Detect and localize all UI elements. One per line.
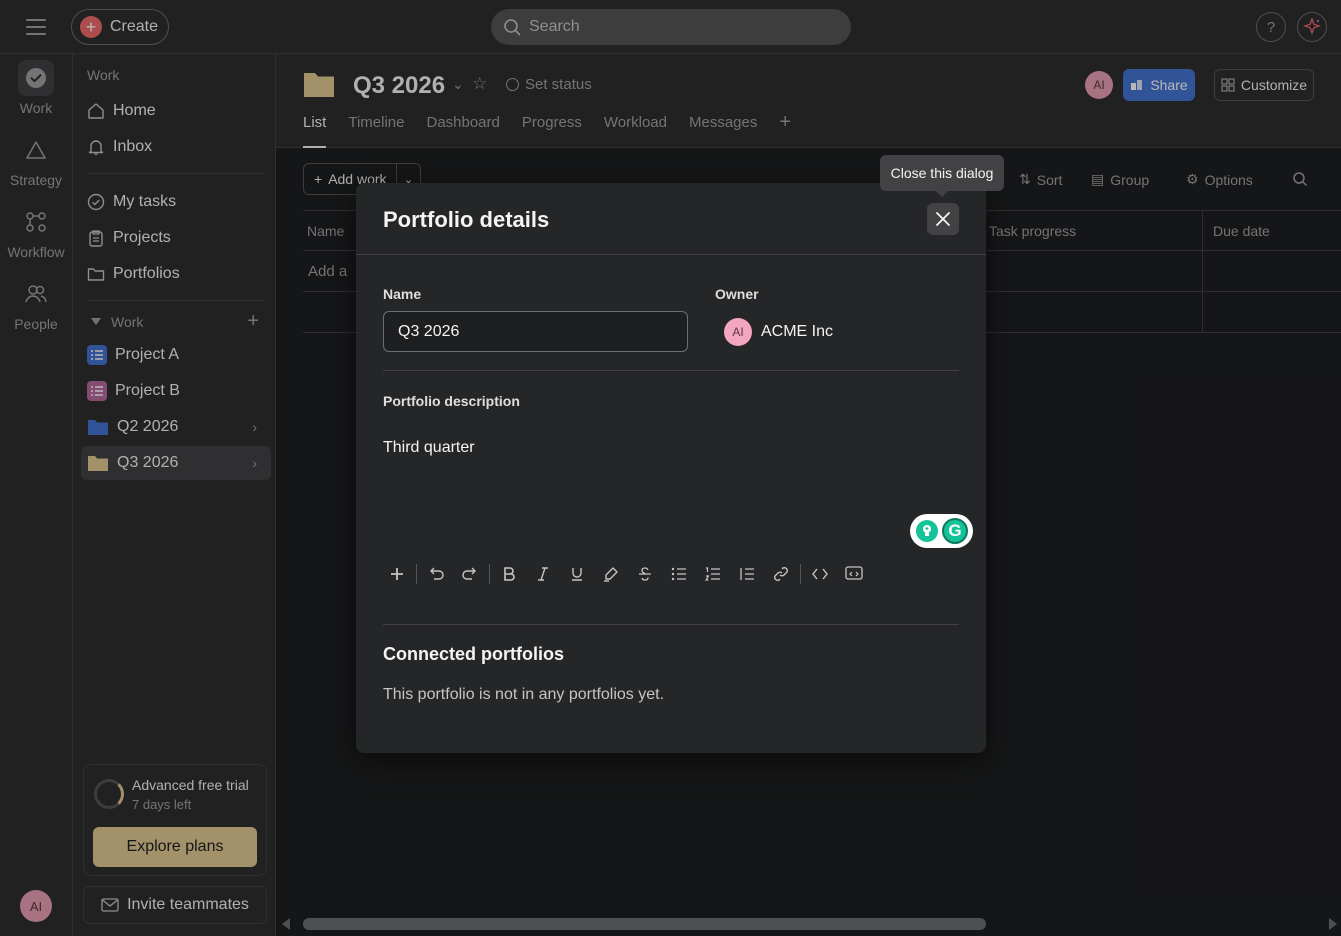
owner-field[interactable]: AI ACME Inc [724, 318, 833, 346]
dialog-divider [356, 254, 986, 255]
dialog-divider [383, 370, 959, 371]
toolbar-divider [800, 564, 801, 584]
bold-icon[interactable] [492, 561, 526, 587]
description-editor[interactable]: Third quarter [383, 439, 475, 457]
redo-icon[interactable] [453, 561, 487, 587]
code-icon[interactable] [803, 561, 837, 587]
close-dialog-button[interactable] [927, 203, 959, 235]
portfolio-name-input[interactable] [383, 311, 688, 352]
code-block-icon[interactable] [837, 561, 871, 587]
owner-avatar: AI [724, 318, 752, 346]
connected-portfolios-empty-text: This portfolio is not in any portfolios … [383, 686, 665, 703]
numbered-list-icon[interactable] [696, 561, 730, 587]
strikethrough-icon[interactable] [628, 561, 662, 587]
dialog-divider [383, 624, 959, 625]
italic-icon[interactable] [526, 561, 560, 587]
undo-icon[interactable] [419, 561, 453, 587]
highlight-icon[interactable] [594, 561, 628, 587]
toolbar-divider [416, 564, 417, 584]
connected-portfolios-title: Connected portfolios [383, 644, 564, 664]
description-label: Portfolio description [383, 393, 520, 409]
link-icon[interactable] [764, 561, 798, 587]
close-icon [936, 212, 950, 226]
owner-label: Owner [715, 286, 759, 302]
toolbar-divider [489, 564, 490, 584]
close-dialog-tooltip: Close this dialog [880, 155, 1004, 197]
plus-icon[interactable] [380, 561, 414, 587]
grammarly-icon: G [942, 518, 968, 544]
owner-name: ACME Inc [761, 323, 834, 340]
name-label: Name [383, 286, 422, 302]
grammarly-widget[interactable]: G [910, 514, 973, 548]
formatting-toolbar [380, 561, 871, 587]
underline-icon[interactable] [560, 561, 594, 587]
indent-list-icon[interactable] [730, 561, 764, 587]
portfolio-details-dialog: Portfolio details Name Owner AI ACME Inc… [356, 183, 986, 753]
lightbulb-icon [916, 520, 938, 542]
bullet-list-icon[interactable] [662, 561, 696, 587]
dialog-title: Portfolio details [383, 207, 550, 232]
